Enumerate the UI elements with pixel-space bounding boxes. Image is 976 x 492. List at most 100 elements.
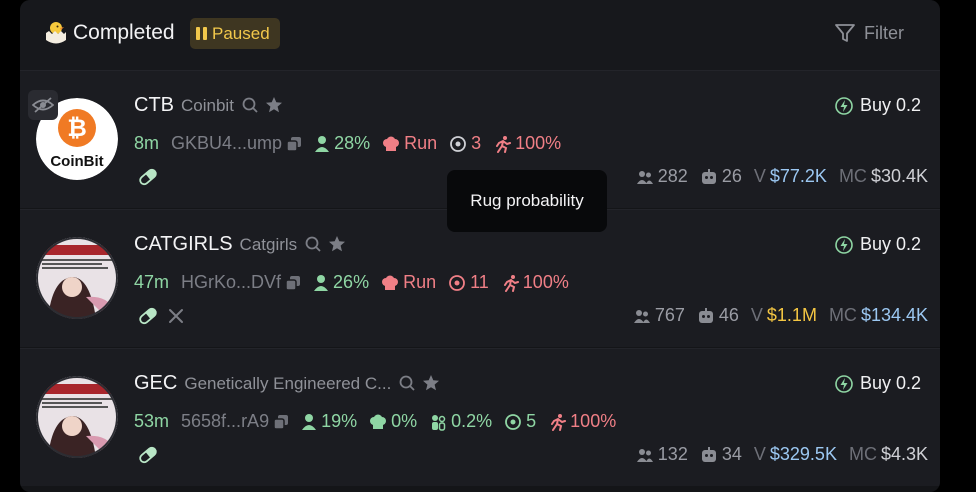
token-metrics: 282 26 V $77.2K MC $30.4K — [636, 166, 928, 187]
bots-metric: 34 — [700, 444, 742, 465]
avatar-text: CoinBit — [50, 153, 104, 170]
copy-icon[interactable] — [285, 275, 301, 291]
users-icon — [636, 169, 654, 185]
market-cap-metric: MC $4.3K — [848, 444, 928, 464]
star-icon[interactable] — [265, 96, 283, 114]
filter-button[interactable]: Filter — [834, 22, 904, 44]
search-icon[interactable] — [304, 235, 322, 253]
running-person-icon — [548, 413, 567, 431]
token-stats: 53m 5658f...rA9 19% 0% 0.2% 5 100% — [134, 411, 616, 432]
pill-icon[interactable] — [138, 168, 158, 186]
holders-pct-stat: 19% — [301, 411, 357, 432]
holders-pct-stat: 26% — [313, 272, 369, 293]
rug-probability-tooltip: Rug probability — [447, 170, 607, 232]
holders-metric: 132 — [636, 444, 688, 465]
token-avatar[interactable] — [36, 376, 118, 458]
bots-metric: 46 — [697, 305, 739, 326]
holders-pct-stat: 28% — [314, 133, 370, 154]
rug-probability-stat[interactable]: 100% — [548, 411, 616, 432]
buy-label: Buy 0.2 — [860, 95, 922, 115]
token-name: Coinbit — [181, 96, 234, 115]
token-stats: 47m HGrKo...DVf 26% Run 11 100% — [134, 272, 569, 293]
volume-metric: V $1.1M — [750, 305, 817, 325]
search-icon[interactable] — [398, 374, 416, 392]
market-cap-metric: MC $30.4K — [838, 166, 928, 186]
token-avatar[interactable] — [36, 237, 118, 319]
filter-label: Filter — [864, 22, 904, 43]
token-name: Genetically Engineered C... — [184, 374, 392, 393]
token-row[interactable]: GEC Genetically Engineered C... Buy 0.2 … — [20, 348, 940, 486]
volume-metric: V $329.5K — [753, 444, 837, 464]
paused-label: Paused — [212, 23, 270, 43]
pill-icon[interactable] — [138, 307, 158, 325]
crosshair-icon — [449, 135, 467, 153]
volume-metric: V $77.2K — [753, 166, 827, 186]
user-icon — [301, 413, 317, 431]
robot-icon — [697, 307, 715, 324]
hatching-chick-icon — [44, 20, 68, 46]
svg-text:₿: ₿ — [67, 115, 87, 142]
token-name: Catgirls — [239, 235, 298, 254]
copy-icon[interactable] — [286, 136, 302, 152]
token-metrics: 767 46 V $1.1M MC $134.4K — [633, 305, 928, 326]
token-address[interactable]: 5658f...rA9 — [181, 411, 289, 432]
token-metrics: 132 34 V $329.5K MC $4.3K — [636, 444, 928, 465]
snipers-stat: 11 — [448, 272, 489, 293]
buy-label: Buy 0.2 — [860, 234, 922, 254]
star-icon[interactable] — [328, 235, 346, 253]
copy-icon[interactable] — [273, 414, 289, 430]
token-address[interactable]: GKBU4...ump — [171, 133, 302, 154]
snipers-stat: 3 — [449, 133, 481, 154]
token-age: 53m — [134, 411, 170, 431]
social-links — [138, 307, 184, 325]
users-icon — [633, 308, 651, 324]
buy-button[interactable]: Buy 0.2 — [835, 234, 921, 255]
dev-status-stat: Run — [382, 133, 437, 154]
token-ticker[interactable]: CATGIRLS — [134, 233, 233, 256]
x-twitter-icon[interactable] — [168, 308, 184, 324]
pause-icon — [196, 27, 207, 40]
lightning-icon — [835, 374, 853, 393]
chef-hat-icon — [382, 136, 400, 152]
dev-pct-stat: 0% — [369, 411, 417, 432]
token-age: 47m — [134, 272, 170, 292]
holders-metric: 767 — [633, 305, 685, 326]
rug-probability-stat[interactable]: 100% — [493, 133, 561, 154]
token-address[interactable]: HGrKo...DVf — [181, 272, 301, 293]
completed-panel: Completed Paused Filter ₿ CoinBit CTB Co… — [20, 0, 940, 492]
token-title-line: CATGIRLS Catgirls — [134, 232, 346, 256]
buy-button[interactable]: Buy 0.2 — [835, 95, 921, 116]
users-icon — [636, 447, 654, 463]
token-stats: 8m GKBU4...ump 28% Run 3 100% — [134, 133, 561, 154]
social-links — [138, 168, 158, 186]
lightning-icon — [835, 235, 853, 254]
user-icon — [313, 274, 329, 292]
panel-header: Completed Paused Filter — [20, 0, 940, 70]
search-icon[interactable] — [241, 96, 259, 114]
paused-badge[interactable]: Paused — [190, 18, 280, 49]
running-person-icon — [501, 274, 519, 292]
crosshair-icon — [448, 274, 466, 292]
panel-title: Completed — [73, 21, 175, 44]
running-person-icon — [493, 135, 512, 153]
token-title-line: GEC Genetically Engineered C... — [134, 371, 440, 395]
hide-eye-slash-icon[interactable] — [28, 90, 58, 120]
bots-metric: 26 — [700, 166, 742, 187]
star-icon[interactable] — [422, 374, 440, 392]
token-ticker[interactable]: GEC — [134, 372, 177, 395]
rug-probability-stat[interactable]: 100% — [501, 272, 569, 293]
token-age: 8m — [134, 133, 160, 153]
pill-icon[interactable] — [138, 446, 158, 464]
market-cap-metric: MC $134.4K — [828, 305, 928, 325]
lightning-icon — [835, 96, 853, 115]
chef-hat-icon — [381, 275, 399, 291]
holders-metric: 282 — [636, 166, 688, 187]
buy-button[interactable]: Buy 0.2 — [835, 373, 921, 394]
buy-label: Buy 0.2 — [860, 373, 922, 393]
top10-pct-stat: 0.2% — [429, 411, 492, 432]
tooltip-text: Rug probability — [470, 191, 584, 210]
snipers-stat: 5 — [504, 411, 536, 432]
robot-icon — [700, 168, 718, 185]
dev-status-stat: Run — [381, 272, 436, 293]
token-ticker[interactable]: CTB — [134, 94, 174, 117]
